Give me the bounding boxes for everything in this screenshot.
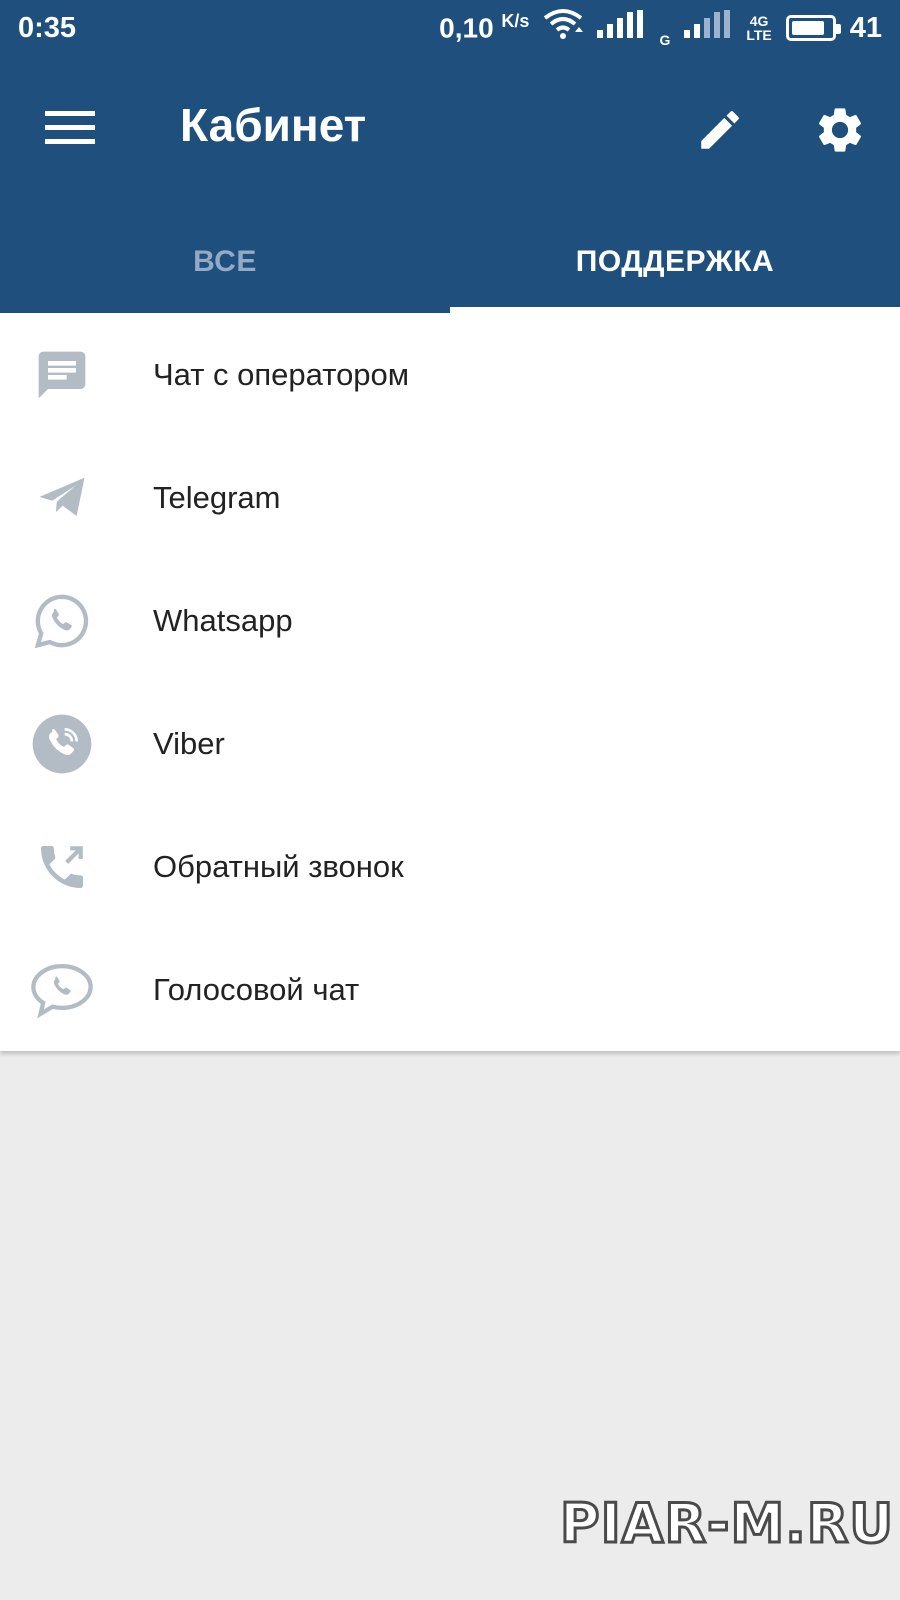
gear-icon [818, 108, 862, 152]
list-item-operator-chat[interactable]: Чат с оператором [0, 313, 900, 436]
list-item-viber[interactable]: Viber [0, 682, 900, 805]
list-item-label: Viber [153, 725, 225, 761]
status-indicators: 0,10 K/s G 4G LTE 41 [439, 8, 882, 48]
telegram-icon [28, 464, 96, 532]
watermark: PIAR-M.RU [558, 1491, 895, 1557]
chat-message-icon [28, 341, 96, 409]
callback-phone-icon [28, 833, 96, 901]
network-speed-value: 0,10 [439, 12, 494, 44]
signal-strength-secondary-icon [684, 10, 732, 46]
menu-button[interactable] [40, 106, 100, 150]
whatsapp-icon [28, 587, 96, 655]
network-type: 4G LTE [746, 14, 771, 42]
tab-support[interactable]: ПОДДЕРЖКА [450, 210, 900, 313]
list-item-label: Голосовой чат [153, 971, 360, 1007]
list-item-voice-chat[interactable]: Голосовой чат [0, 928, 900, 1051]
status-bar: 0:35 0,10 K/s G 4G LTE 41 [0, 0, 900, 56]
network-type-top: 4G [749, 13, 769, 29]
page-title: Кабинет [180, 99, 367, 151]
status-time: 0:35 [18, 11, 77, 44]
tab-all[interactable]: ВСЕ [0, 210, 450, 313]
list-item-label: Telegram [153, 479, 281, 515]
list-item-telegram[interactable]: Telegram [0, 436, 900, 559]
voice-chat-icon [28, 956, 96, 1024]
battery-icon [785, 15, 841, 41]
list-item-label: Whatsapp [153, 602, 293, 638]
list-item-label: Чат с оператором [153, 356, 410, 392]
tab-bar: ВСЕ ПОДДЕРЖКА [0, 210, 900, 313]
battery-percent: 41 [849, 11, 882, 44]
list-item-callback[interactable]: Обратный звонок [0, 805, 900, 928]
pencil-icon [701, 111, 739, 149]
list-item-label: Обратный звонок [153, 848, 404, 884]
signal-strength-icon [597, 10, 645, 46]
wifi-icon [543, 8, 584, 48]
toolbar: Кабинет [0, 68, 900, 188]
support-list: Чат с оператором Telegram Whatsapp Viber [0, 313, 900, 1051]
settings-button[interactable] [808, 98, 872, 162]
edit-button[interactable] [690, 100, 750, 160]
network-speed: 0,10 K/s [439, 11, 529, 44]
g-network-label: G [659, 32, 671, 48]
network-type-bottom: LTE [746, 27, 772, 43]
hamburger-menu-icon [45, 111, 95, 144]
viber-icon [28, 710, 96, 778]
app-bar: 0:35 0,10 K/s G 4G LTE 41 Кабинет ВСЕ ПО… [0, 0, 900, 313]
list-item-whatsapp[interactable]: Whatsapp [0, 559, 900, 682]
battery-fill [791, 21, 824, 35]
network-speed-unit: K/s [501, 11, 530, 32]
